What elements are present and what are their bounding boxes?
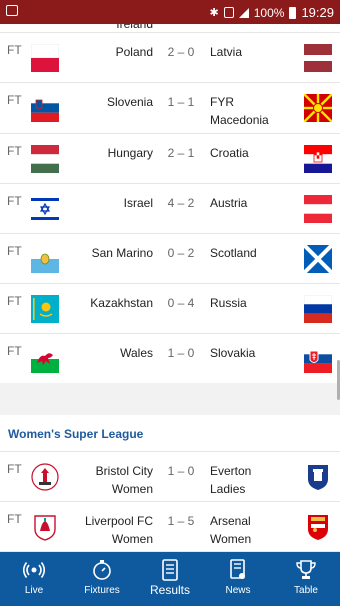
international-results-card: Ireland FT Poland 2 – 0 Latvia FT Sloven…: [0, 24, 340, 383]
match-status: FT: [7, 512, 22, 526]
league-header[interactable]: Women's Super League: [0, 415, 340, 452]
match-row[interactable]: FT Poland 2 – 0 Latvia: [0, 33, 340, 83]
away-team: Arsenal Women: [210, 514, 252, 546]
slovakia-flag-icon: [304, 345, 332, 373]
live-broadcast-icon: [23, 562, 45, 578]
match-row[interactable]: FT Kazakhstan 0 – 4 Russia: [0, 284, 340, 334]
tab-label: Live: [24, 585, 44, 596]
nfc-icon: [223, 7, 234, 18]
austria-flag-icon: [304, 195, 332, 223]
match-row-partial[interactable]: Ireland: [0, 24, 340, 33]
score: 1 – 1: [167, 95, 195, 109]
trophy-icon: [296, 560, 316, 579]
wales-flag-icon: [31, 345, 59, 373]
status-bar: ✱ 100% 19:29: [0, 0, 340, 24]
poland-flag-icon: [31, 44, 59, 72]
match-row[interactable]: FT San Marino 0 – 2 Scotland: [0, 234, 340, 284]
tab-label: News: [225, 585, 251, 596]
hungary-flag-icon: [31, 145, 59, 173]
score: 2 – 1: [167, 146, 195, 160]
match-status: FT: [7, 43, 22, 57]
match-status: FT: [7, 294, 22, 308]
croatia-flag-icon: [304, 145, 332, 173]
gallery-notification-icon: [6, 5, 18, 16]
match-status: FT: [7, 144, 22, 158]
home-team: Slovenia: [106, 95, 153, 109]
score: 4 – 2: [167, 196, 195, 210]
away-team: Scotland: [210, 246, 257, 260]
newspaper-icon: [230, 559, 245, 579]
match-row[interactable]: FT Hungary 2 – 1 Croatia: [0, 134, 340, 184]
match-status: FT: [7, 93, 22, 107]
away-team: Slovakia: [210, 346, 256, 360]
kazakhstan-flag-icon: [31, 295, 59, 323]
san-marino-flag-icon: [31, 245, 59, 273]
home-team: Israel: [123, 196, 153, 210]
stopwatch-icon: [93, 560, 111, 580]
home-team: Wales: [120, 346, 153, 360]
tab-news[interactable]: News: [204, 552, 272, 606]
bluetooth-icon: ✱: [209, 7, 219, 19]
tab-label: Results: [149, 583, 190, 597]
tab-label: Fixtures: [84, 585, 120, 596]
away-team: Croatia: [210, 146, 249, 160]
match-status: FT: [7, 194, 22, 208]
home-team: Ireland: [116, 24, 153, 31]
home-team: Poland: [115, 45, 153, 59]
everton-crest-icon: [308, 465, 328, 490]
home-team: San Marino: [91, 246, 153, 260]
score: 1 – 0: [167, 464, 195, 478]
results-list[interactable]: Ireland FT Poland 2 – 0 Latvia FT Sloven…: [0, 24, 340, 552]
score: 1 – 5: [167, 514, 195, 528]
tab-live[interactable]: Live: [0, 552, 68, 606]
score: 1 – 0: [167, 346, 195, 360]
match-row[interactable]: FT Slovenia 1 – 1 FYR Macedonia: [0, 83, 340, 134]
latvia-flag-icon: [304, 44, 332, 72]
away-team: FYR Macedonia: [210, 95, 269, 127]
liverpool-crest-icon: [34, 515, 56, 541]
away-team: Everton Ladies: [210, 464, 252, 496]
score: 0 – 2: [167, 246, 195, 260]
israel-flag-icon: [31, 195, 59, 223]
away-team: Latvia: [210, 45, 243, 59]
home-team: Hungary: [107, 146, 153, 160]
home-team: Bristol City Women: [95, 464, 153, 496]
home-team: Kazakhstan: [90, 296, 153, 310]
away-team: Austria: [210, 196, 248, 210]
russia-flag-icon: [304, 295, 332, 323]
match-row[interactable]: FT Liverpool FC Women 1 – 5 Arsenal Women: [0, 502, 340, 552]
battery-percent: 100%: [253, 5, 285, 20]
score: 0 – 4: [167, 296, 195, 310]
slovenia-flag-icon: [31, 94, 59, 122]
bottom-nav: Live Fixtures Results News Table: [0, 552, 340, 606]
signal-icon: [238, 7, 249, 18]
tab-results[interactable]: Results: [136, 552, 204, 606]
tab-table[interactable]: Table: [272, 552, 340, 606]
section-gap: [0, 383, 340, 415]
match-row[interactable]: FT Israel 4 – 2 Austria: [0, 184, 340, 234]
tab-label: Table: [294, 585, 318, 596]
match-row[interactable]: FT Bristol City Women 1 – 0 Everton Ladies: [0, 452, 340, 502]
macedonia-flag-icon: [304, 94, 332, 122]
tab-fixtures[interactable]: Fixtures: [68, 552, 136, 606]
league-title: Women's Super League: [8, 427, 144, 441]
match-status: FT: [7, 344, 22, 358]
match-row[interactable]: FT Wales 1 – 0 Slovakia: [0, 334, 340, 383]
away-team: Russia: [210, 296, 247, 310]
home-team: Liverpool FC Women: [84, 514, 153, 546]
scotland-flag-icon: [304, 245, 332, 273]
battery-icon: [289, 6, 297, 19]
match-status: FT: [7, 244, 22, 258]
arsenal-crest-icon: [308, 515, 328, 540]
score: 2 – 0: [167, 45, 195, 59]
clock: 19:29: [301, 5, 334, 20]
wsl-results-card: FT Bristol City Women 1 – 0 Everton Ladies…: [0, 452, 340, 552]
bristol-city-crest-icon: [31, 463, 59, 491]
match-status: FT: [7, 462, 22, 476]
scoreboard-icon: [162, 559, 178, 581]
